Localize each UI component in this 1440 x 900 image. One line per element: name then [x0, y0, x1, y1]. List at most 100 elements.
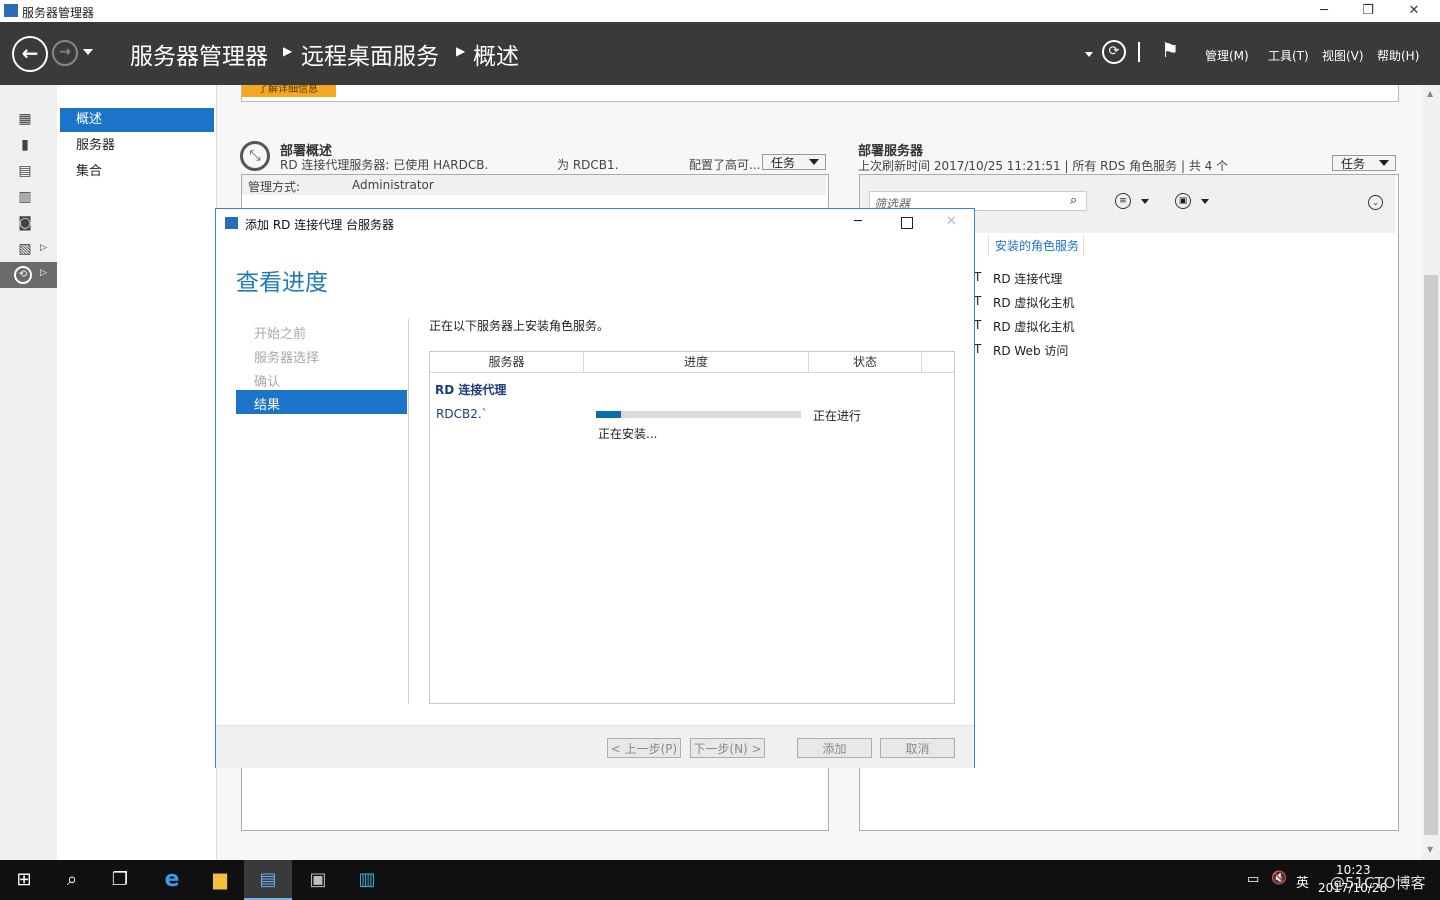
row-prefix: T — [974, 318, 982, 332]
deploy-overview-subtitle-end: 配置了高可... — [689, 158, 761, 172]
network-icon[interactable]: ▭ — [1247, 872, 1259, 887]
iis-icon[interactable]: ◙ — [16, 215, 34, 231]
add-rd-broker-dialog: 添加 RD 连接代理 台服务器 ─ ✕ 查看进度 开始之前 服务器选择 确认 结… — [215, 208, 975, 768]
window-titlebar: 服务器管理器 ─ ❐ ✕ — [0, 0, 1440, 22]
volume-muted-icon[interactable]: 🔇 — [1271, 871, 1287, 886]
previous-button[interactable]: < 上一步(P) — [607, 738, 681, 758]
search-icon[interactable]: ⌕ — [48, 860, 96, 900]
role-row[interactable]: RD 连接代理 — [993, 270, 1062, 287]
menu-help[interactable]: 帮助(H) — [1377, 47, 1419, 64]
search-icon[interactable]: ⌕ — [1070, 193, 1077, 208]
back-arrow-icon[interactable]: ← — [12, 36, 48, 72]
step-results-label: 结果 — [254, 398, 281, 413]
restore-icon[interactable]: ❐ — [1348, 2, 1388, 20]
file-explorer-icon[interactable]: ▆ — [196, 860, 244, 900]
internet-explorer-icon[interactable]: e — [148, 860, 196, 900]
tasks-label: 任务 — [771, 156, 796, 170]
main-scrollbar[interactable]: ▲ ▼ — [1422, 85, 1440, 860]
windows-start-icon[interactable]: ⊞ — [0, 860, 48, 900]
nav-item-overview[interactable]: 概述 — [60, 108, 214, 132]
column-header-server[interactable]: 服务器 — [430, 352, 584, 372]
app-icon-cube[interactable]: ▥ — [343, 860, 391, 900]
nav-item-collections[interactable]: 集合 — [60, 160, 214, 184]
ime-indicator[interactable]: 英 — [1296, 872, 1309, 891]
dialog-heading: 查看进度 — [236, 270, 328, 296]
dialog-titlebar: 添加 RD 连接代理 台服务器 ─ ✕ — [216, 209, 974, 239]
scroll-thumb[interactable] — [1424, 275, 1438, 835]
npas-icon[interactable]: ▧ — [16, 241, 34, 257]
expand-icon[interactable]: ▷ — [40, 243, 47, 253]
close-icon[interactable]: ✕ — [946, 214, 957, 229]
deploy-overview-subtitle: RD 连接代理服务器: 已使用 HARDCB. — [280, 158, 489, 172]
nav-item-servers[interactable]: 服务器 — [60, 134, 214, 158]
progress-caption: 正在安装... — [598, 427, 658, 441]
chevron-down-icon[interactable] — [1141, 199, 1149, 204]
app-header: ← → 服务器管理器 ▶ 远程桌面服务 ▶ 概述 ⟳ ⚑ 管理(M) 工具(T)… — [0, 22, 1440, 85]
save-query-icon[interactable]: ▣ — [1175, 193, 1191, 209]
history-dropdown-icon[interactable] — [83, 49, 93, 55]
role-row[interactable]: RD 虚拟化主机 — [993, 294, 1074, 311]
flag-icon[interactable]: ⚑ — [1161, 38, 1179, 62]
column-header-progress[interactable]: 进度 — [584, 352, 809, 372]
remote-desktop-icon: ⤡ — [240, 141, 270, 171]
task-view-icon[interactable]: ❐ — [96, 860, 144, 900]
local-server-icon[interactable]: ▮ — [16, 137, 34, 153]
scroll-down-icon[interactable]: ▼ — [1427, 845, 1433, 854]
all-servers-icon[interactable]: ▤ — [16, 163, 34, 179]
tasks-dropdown[interactable]: 任务 — [1332, 155, 1396, 171]
expand-circle-icon[interactable]: ⌄ — [1368, 195, 1383, 210]
list-options-icon[interactable]: ≡ — [1115, 193, 1131, 209]
manage-value: Administrator — [352, 178, 434, 192]
divider — [430, 372, 954, 373]
file-services-icon[interactable]: ▥ — [16, 189, 34, 205]
admin-tools-icon[interactable]: ▣ — [294, 860, 342, 900]
chevron-down-icon — [1379, 160, 1389, 166]
deploy-servers-subtitle: 上次刷新时间 2017/10/25 11:21:51 | 所有 RDS 角色服务… — [858, 159, 1229, 173]
tasks-dropdown[interactable]: 任务 — [762, 154, 826, 170]
menu-tools[interactable]: 工具(T) — [1268, 47, 1309, 64]
role-row[interactable]: RD 虚拟化主机 — [993, 318, 1074, 335]
column-header-roles[interactable]: 安装的角色服务 — [988, 236, 1084, 256]
app-icon — [225, 217, 238, 229]
learn-more-banner[interactable]: 了解详细信息 — [242, 85, 336, 97]
maximize-icon[interactable] — [901, 217, 913, 229]
welcome-tile — [241, 85, 1399, 102]
rds-rail-item[interactable]: ⟲ ▷ — [0, 262, 57, 288]
row-prefix: T — [974, 270, 982, 284]
row-prefix: T — [974, 342, 982, 356]
menu-manage[interactable]: 管理(M) — [1205, 47, 1249, 64]
manage-row: 管理方式: Administrator — [242, 175, 826, 195]
breadcrumb-item[interactable]: 远程桌面服务 — [301, 37, 439, 71]
status-text: 正在进行 — [813, 409, 862, 423]
breadcrumb-item[interactable]: 服务器管理器 — [130, 37, 268, 71]
forward-arrow-icon[interactable]: → — [52, 40, 78, 66]
tasks-label: 任务 — [1341, 157, 1366, 171]
deploy-overview-subtitle-mid: 为 RDCB1. — [557, 158, 619, 172]
minimize-icon[interactable]: ─ — [854, 214, 862, 229]
refresh-icon[interactable]: ⟳ — [1102, 40, 1126, 64]
scroll-up-icon[interactable]: ▲ — [1427, 89, 1433, 98]
chevron-down-icon[interactable] — [1201, 199, 1209, 204]
server-manager-taskbar-icon[interactable]: ▤ — [244, 860, 292, 900]
step-results[interactable]: 结果 — [236, 390, 407, 414]
menu-view[interactable]: 视图(V) — [1322, 47, 1364, 64]
minimize-icon[interactable]: ─ — [1304, 2, 1344, 20]
server-name: RDCB2.` — [436, 407, 488, 421]
manage-label: 管理方式: — [248, 180, 301, 194]
add-button[interactable]: 添加 — [797, 738, 872, 758]
role-row[interactable]: RD Web 访问 — [993, 342, 1068, 359]
window-title: 服务器管理器 — [22, 6, 95, 20]
chevron-down-icon[interactable] — [1085, 52, 1093, 57]
role-group-label: RD 连接代理 — [435, 383, 507, 397]
row-prefix: T — [974, 294, 982, 308]
close-icon[interactable]: ✕ — [1394, 2, 1434, 20]
install-progress-bar — [596, 411, 801, 418]
dialog-footer: < 上一步(P) 下一步(N) > 添加 取消 — [216, 725, 974, 768]
dashboard-icon[interactable]: ▦ — [16, 111, 34, 127]
cancel-button[interactable]: 取消 — [880, 738, 955, 758]
expand-icon: ▷ — [40, 268, 47, 278]
step-before-you-begin: 开始之前 — [254, 327, 307, 342]
next-button[interactable]: 下一步(N) > — [690, 738, 765, 758]
column-header-status[interactable]: 状态 — [809, 352, 922, 372]
dialog-title: 添加 RD 连接代理 台服务器 — [245, 218, 395, 232]
